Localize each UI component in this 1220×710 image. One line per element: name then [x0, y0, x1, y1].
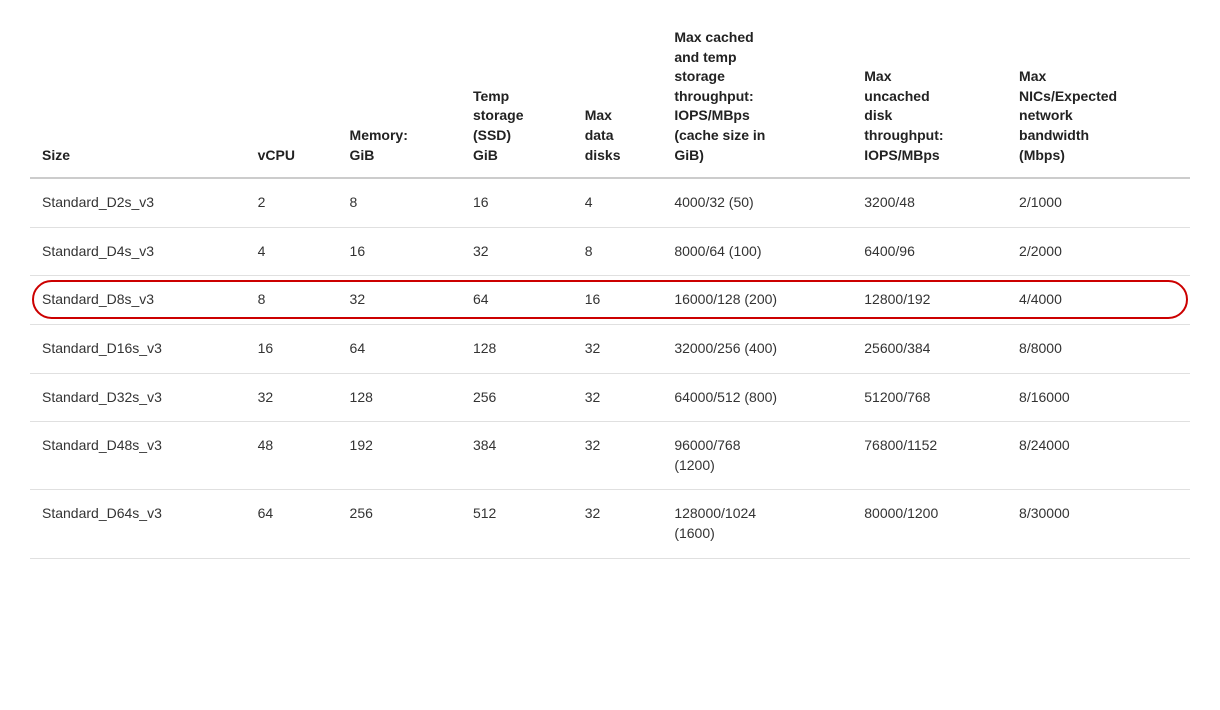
- cell-max_nics: 2/2000: [1007, 227, 1190, 276]
- table-row: Standard_D4s_v34163288000/64 (100)6400/9…: [30, 227, 1190, 276]
- cell-max_data_disks: 16: [573, 276, 663, 325]
- cell-memory: 8: [338, 178, 461, 227]
- cell-temp_storage: 16: [461, 178, 573, 227]
- cell-max_data_disks: 8: [573, 227, 663, 276]
- cell-max_uncached: 51200/768: [852, 373, 1007, 422]
- cell-max_data_disks: 32: [573, 324, 663, 373]
- cell-max_nics: 4/4000: [1007, 276, 1190, 325]
- cell-max_nics: 8/16000: [1007, 373, 1190, 422]
- cell-max_uncached: 6400/96: [852, 227, 1007, 276]
- cell-max_data_disks: 32: [573, 373, 663, 422]
- cell-max_cached: 96000/768(1200): [662, 422, 852, 490]
- cell-max_cached: 4000/32 (50): [662, 178, 852, 227]
- cell-max_nics: 8/24000: [1007, 422, 1190, 490]
- cell-max_uncached: 25600/384: [852, 324, 1007, 373]
- cell-vcpu: 16: [246, 324, 338, 373]
- table-row: Standard_D2s_v3281644000/32 (50)3200/482…: [30, 178, 1190, 227]
- cell-memory: 16: [338, 227, 461, 276]
- table-row: Standard_D8s_v3832641616000/128 (200)128…: [30, 276, 1190, 325]
- cell-temp_storage: 32: [461, 227, 573, 276]
- col-header-vcpu: vCPU: [246, 20, 338, 178]
- cell-max_nics: 8/8000: [1007, 324, 1190, 373]
- cell-vcpu: 8: [246, 276, 338, 325]
- col-header-max-cached: Max cachedand tempstoragethroughput:IOPS…: [662, 20, 852, 178]
- cell-max_data_disks: 4: [573, 178, 663, 227]
- cell-max_cached: 8000/64 (100): [662, 227, 852, 276]
- cell-max_nics: 8/30000: [1007, 490, 1190, 558]
- table-row: Standard_D64s_v36425651232128000/1024(16…: [30, 490, 1190, 558]
- cell-temp_storage: 64: [461, 276, 573, 325]
- cell-memory: 256: [338, 490, 461, 558]
- cell-temp_storage: 256: [461, 373, 573, 422]
- cell-size: Standard_D4s_v3: [30, 227, 246, 276]
- cell-size: Standard_D32s_v3: [30, 373, 246, 422]
- cell-max_uncached: 3200/48: [852, 178, 1007, 227]
- cell-max_cached: 64000/512 (800): [662, 373, 852, 422]
- cell-memory: 64: [338, 324, 461, 373]
- cell-max_uncached: 12800/192: [852, 276, 1007, 325]
- cell-memory: 32: [338, 276, 461, 325]
- col-header-temp-storage: Tempstorage(SSD)GiB: [461, 20, 573, 178]
- vm-sizes-table: Size vCPU Memory:GiB Tempstorage(SSD)GiB…: [30, 20, 1190, 559]
- cell-memory: 192: [338, 422, 461, 490]
- cell-vcpu: 48: [246, 422, 338, 490]
- col-header-size: Size: [30, 20, 246, 178]
- cell-temp_storage: 128: [461, 324, 573, 373]
- cell-temp_storage: 384: [461, 422, 573, 490]
- cell-max_uncached: 80000/1200: [852, 490, 1007, 558]
- cell-max_data_disks: 32: [573, 422, 663, 490]
- cell-temp_storage: 512: [461, 490, 573, 558]
- cell-vcpu: 32: [246, 373, 338, 422]
- col-header-max-nics: MaxNICs/Expectednetworkbandwidth(Mbps): [1007, 20, 1190, 178]
- cell-size: Standard_D48s_v3: [30, 422, 246, 490]
- cell-size: Standard_D64s_v3: [30, 490, 246, 558]
- cell-vcpu: 64: [246, 490, 338, 558]
- cell-max_data_disks: 32: [573, 490, 663, 558]
- cell-vcpu: 4: [246, 227, 338, 276]
- col-header-memory: Memory:GiB: [338, 20, 461, 178]
- cell-max_nics: 2/1000: [1007, 178, 1190, 227]
- vm-sizes-table-container: Size vCPU Memory:GiB Tempstorage(SSD)GiB…: [30, 20, 1190, 559]
- cell-max_cached: 32000/256 (400): [662, 324, 852, 373]
- cell-memory: 128: [338, 373, 461, 422]
- cell-max_cached: 128000/1024(1600): [662, 490, 852, 558]
- col-header-max-data-disks: Maxdatadisks: [573, 20, 663, 178]
- table-row: Standard_D16s_v316641283232000/256 (400)…: [30, 324, 1190, 373]
- table-row: Standard_D32s_v3321282563264000/512 (800…: [30, 373, 1190, 422]
- cell-max_uncached: 76800/1152: [852, 422, 1007, 490]
- table-header-row: Size vCPU Memory:GiB Tempstorage(SSD)GiB…: [30, 20, 1190, 178]
- cell-size: Standard_D16s_v3: [30, 324, 246, 373]
- cell-size: Standard_D8s_v3: [30, 276, 246, 325]
- col-header-max-uncached: Maxuncacheddiskthroughput:IOPS/MBps: [852, 20, 1007, 178]
- cell-vcpu: 2: [246, 178, 338, 227]
- cell-max_cached: 16000/128 (200): [662, 276, 852, 325]
- cell-size: Standard_D2s_v3: [30, 178, 246, 227]
- table-row: Standard_D48s_v3481923843296000/768(1200…: [30, 422, 1190, 490]
